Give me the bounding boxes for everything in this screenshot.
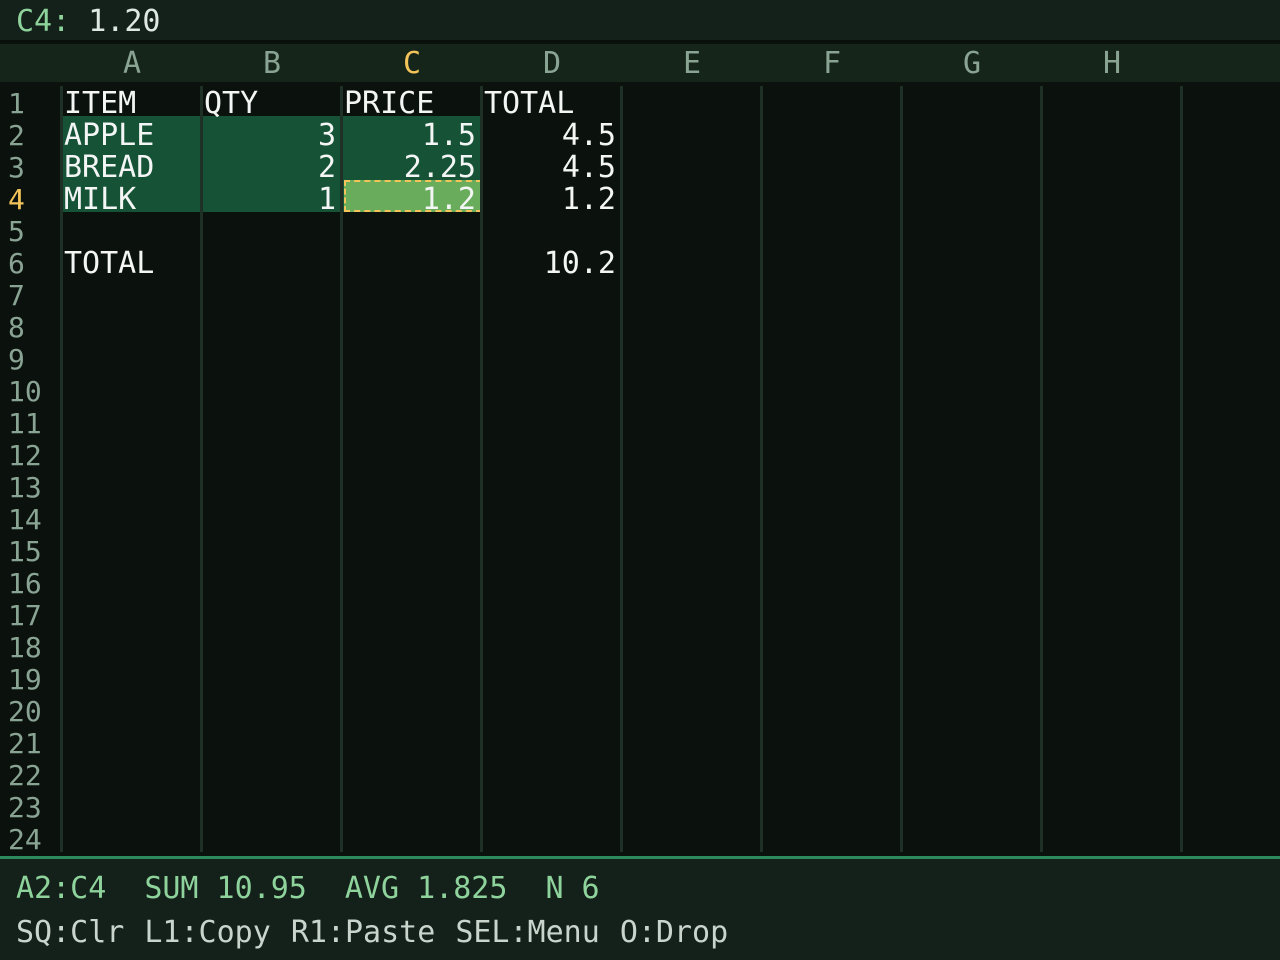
spreadsheet-app: C4: 1.20 A B C D E F G H 1 2 3 4 5 6 7 8…: [0, 0, 1280, 960]
column-header-g[interactable]: G: [902, 46, 1042, 82]
row-header[interactable]: 24: [8, 824, 58, 856]
cell-c1[interactable]: PRICE: [342, 88, 478, 120]
row-header[interactable]: 9: [8, 344, 58, 376]
column-header-c[interactable]: C: [342, 46, 482, 82]
column-divider: [900, 86, 903, 852]
cell-c2[interactable]: 1.5: [342, 120, 478, 152]
row-header[interactable]: 23: [8, 792, 58, 824]
row-header[interactable]: 5: [8, 216, 58, 248]
cell-d1[interactable]: TOTAL: [482, 88, 618, 120]
column-divider: [760, 86, 763, 852]
cell-a6[interactable]: TOTAL: [62, 248, 198, 280]
column-header-f[interactable]: F: [762, 46, 902, 82]
hint-copy: L1:Copy: [144, 915, 271, 950]
cell-d6[interactable]: 10.2: [482, 248, 618, 280]
cell-a1[interactable]: ITEM: [62, 88, 198, 120]
hint-clear: SQ:Clr: [16, 915, 125, 950]
column-header-h[interactable]: H: [1042, 46, 1182, 82]
row-header[interactable]: 22: [8, 760, 58, 792]
row-header[interactable]: 21: [8, 728, 58, 760]
column-divider: [1180, 86, 1183, 852]
hint-menu: SEL:Menu: [455, 915, 600, 950]
cell-d2[interactable]: 4.5: [482, 120, 618, 152]
cell-value: 1.20: [88, 4, 161, 39]
row-header[interactable]: 11: [8, 408, 58, 440]
cell-c3[interactable]: 2.25: [342, 152, 478, 184]
row-header[interactable]: 6: [8, 248, 58, 280]
row-header[interactable]: 7: [8, 280, 58, 312]
cell-b1[interactable]: QTY: [202, 88, 338, 120]
row-header[interactable]: 13: [8, 472, 58, 504]
column-header-d[interactable]: D: [482, 46, 622, 82]
row-header[interactable]: 8: [8, 312, 58, 344]
row-header[interactable]: 15: [8, 536, 58, 568]
cell-a2[interactable]: APPLE: [62, 120, 198, 152]
cell-a3[interactable]: BREAD: [62, 152, 198, 184]
cell-b2[interactable]: 3: [202, 120, 338, 152]
column-divider: [620, 86, 623, 852]
avg-stat: AVG 1.825: [344, 871, 508, 906]
row-header[interactable]: 10: [8, 376, 58, 408]
cell-a4[interactable]: MILK: [62, 184, 198, 216]
column-divider: [1040, 86, 1043, 852]
cell-grid[interactable]: 1 2 3 4 5 6 7 8 9 10 11 12 13 14 15 16 1…: [0, 82, 1280, 856]
status-bar: A2:C4 SUM 10.95 AVG 1.825 N 6 SQ:Clr L1:Copy…: [0, 856, 1280, 960]
row-header[interactable]: 16: [8, 568, 58, 600]
formula-display[interactable]: C4: 1.20: [16, 4, 161, 40]
cell-b3[interactable]: 2: [202, 152, 338, 184]
row-header[interactable]: 3: [8, 152, 58, 184]
row-header[interactable]: 20: [8, 696, 58, 728]
row-header[interactable]: 12: [8, 440, 58, 472]
cell-c4[interactable]: 1.2: [342, 184, 478, 216]
control-hints: SQ:Clr L1:Copy R1:Paste SEL:Menu O:Drop: [16, 915, 748, 951]
row-header[interactable]: 17: [8, 600, 58, 632]
column-header-bar: A B C D E F G H: [0, 44, 1280, 82]
cell-d4[interactable]: 1.2: [482, 184, 618, 216]
row-header[interactable]: 2: [8, 120, 58, 152]
row-header[interactable]: 4: [8, 184, 58, 216]
column-header-b[interactable]: B: [202, 46, 342, 82]
formula-bar: C4: 1.20: [0, 0, 1280, 42]
column-header-e[interactable]: E: [622, 46, 762, 82]
cell-b4[interactable]: 1: [202, 184, 338, 216]
cell-d3[interactable]: 4.5: [482, 152, 618, 184]
row-header[interactable]: 18: [8, 632, 58, 664]
hint-drop: O:Drop: [619, 915, 729, 950]
selection-range-label: A2:C4: [16, 871, 107, 906]
selection-stats: A2:C4 SUM 10.95 AVG 1.825 N 6: [16, 871, 638, 907]
sum-stat: SUM 10.95: [144, 871, 307, 906]
hint-paste: R1:Paste: [290, 915, 436, 950]
cell-reference: C4:: [16, 4, 71, 39]
count-stat: N 6: [545, 871, 600, 906]
column-header-a[interactable]: A: [62, 46, 202, 82]
row-header[interactable]: 19: [8, 664, 58, 696]
row-header[interactable]: 14: [8, 504, 58, 536]
row-header[interactable]: 1: [8, 88, 58, 120]
